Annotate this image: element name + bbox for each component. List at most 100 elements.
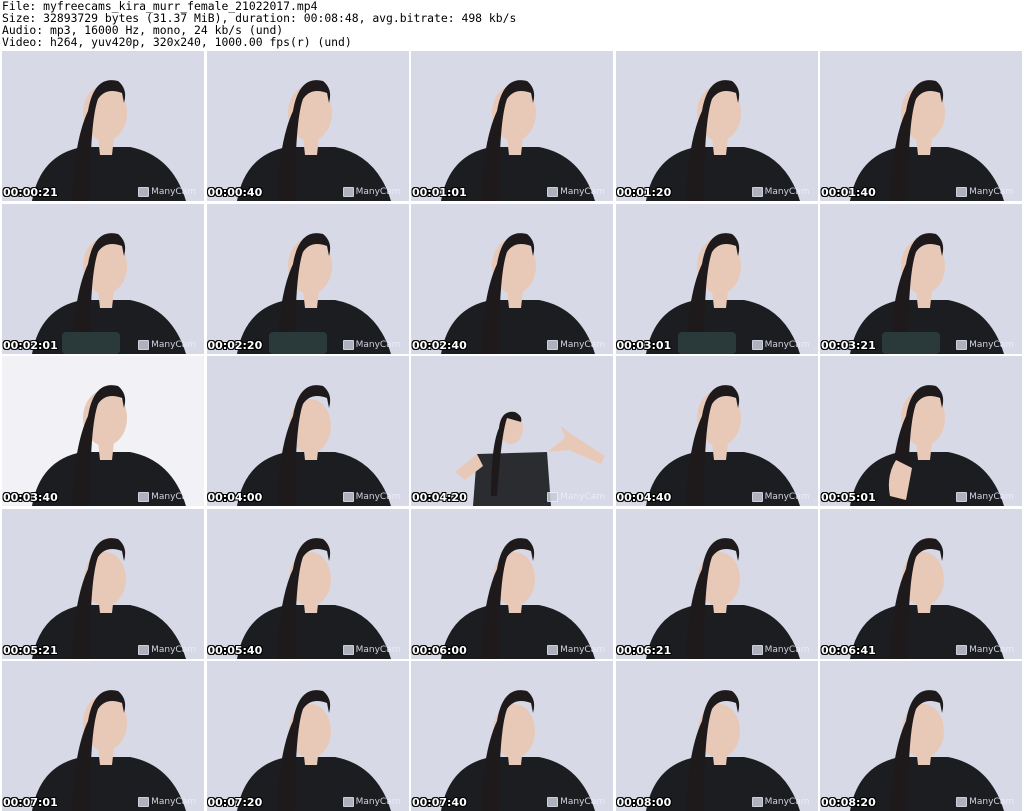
webcam-frame	[2, 508, 204, 659]
webcam-frame	[820, 508, 1022, 659]
video-thumbnail: ManyCam 00:06:00	[411, 508, 613, 659]
webcam-frame	[2, 203, 204, 354]
camera-icon	[547, 187, 559, 197]
manycam-watermark: ManyCam	[342, 492, 401, 502]
webcam-frame	[615, 661, 818, 811]
webcam-frame	[411, 356, 613, 506]
watermark-text: ManyCam	[560, 187, 605, 197]
webcam-frame	[206, 203, 409, 354]
thumbnail-timestamp: 00:07:40	[412, 796, 467, 809]
thumbnail-timestamp: 00:06:21	[616, 643, 672, 657]
webcam-frame	[411, 661, 613, 811]
video-thumbnail: ManyCam 00:03:21	[820, 203, 1022, 354]
camera-icon	[956, 187, 968, 197]
thumbnail-timestamp: 00:04:20	[412, 491, 467, 504]
watermark-text: ManyCam	[969, 644, 1014, 655]
manycam-watermark: ManyCam	[956, 644, 1014, 655]
manycam-watermark: ManyCam	[547, 339, 605, 350]
thumbnail-timestamp: 00:05:01	[821, 491, 876, 504]
video-thumbnail: ManyCam 00:08:00	[615, 661, 818, 811]
thumbnail-timestamp: 00:03:21	[821, 338, 876, 352]
watermark-text: ManyCam	[560, 339, 605, 350]
thumbnail-timestamp: 00:03:01	[616, 338, 672, 352]
watermark-text: ManyCam	[355, 492, 401, 502]
camera-icon	[342, 492, 354, 502]
video-thumbnail: ManyCam 00:05:40	[206, 508, 409, 659]
video-thumbnail: ManyCam 00:01:40	[820, 51, 1022, 201]
thumbnail-grid: ManyCam 00:00:21 ManyCam 00:00:40 ManyCam 00:…	[2, 51, 1022, 811]
camera-icon	[138, 339, 150, 350]
video-thumbnail: ManyCam 00:04:00	[206, 356, 409, 506]
manycam-watermark: ManyCam	[956, 187, 1014, 197]
camera-icon	[956, 492, 968, 502]
webcam-frame	[411, 51, 613, 201]
video-thumbnail: ManyCam 00:03:01	[615, 203, 818, 354]
camera-icon	[547, 644, 559, 655]
camera-icon	[751, 492, 763, 502]
video-thumbnail: ManyCam 00:00:40	[206, 51, 409, 201]
thumbnail-timestamp: 00:01:01	[412, 186, 467, 199]
manycam-watermark: ManyCam	[956, 797, 1014, 807]
camera-icon	[138, 797, 150, 807]
thumbnail-timestamp: 00:00:21	[3, 186, 58, 199]
watermark-text: ManyCam	[355, 797, 401, 807]
video-thumbnail: ManyCam 00:01:01	[411, 51, 613, 201]
thumbnail-timestamp: 00:00:40	[207, 186, 263, 199]
watermark-text: ManyCam	[151, 187, 196, 197]
video-thumbnail: ManyCam 00:08:20	[820, 661, 1022, 811]
video-thumbnail: ManyCam 00:03:40	[2, 356, 204, 506]
camera-icon	[138, 492, 150, 502]
webcam-frame	[615, 51, 818, 201]
video-thumbnail: ManyCam 00:02:01	[2, 203, 204, 354]
thumbnail-timestamp: 00:05:40	[207, 643, 263, 657]
camera-icon	[342, 187, 354, 197]
thumbnail-timestamp: 00:06:00	[412, 643, 467, 657]
watermark-text: ManyCam	[355, 339, 401, 350]
watermark-text: ManyCam	[560, 492, 605, 502]
video-thumbnail: ManyCam 00:07:20	[206, 661, 409, 811]
watermark-text: ManyCam	[969, 492, 1014, 502]
webcam-frame	[615, 356, 818, 506]
watermark-text: ManyCam	[151, 339, 196, 350]
thumbnail-timestamp: 00:06:41	[821, 643, 876, 657]
watermark-text: ManyCam	[560, 797, 605, 807]
camera-icon	[547, 797, 559, 807]
thumbnail-timestamp: 00:03:40	[3, 491, 58, 504]
manycam-watermark: ManyCam	[956, 492, 1014, 502]
watermark-text: ManyCam	[151, 644, 196, 655]
camera-icon	[547, 492, 559, 502]
camera-icon	[751, 187, 763, 197]
webcam-frame	[2, 356, 204, 506]
manycam-watermark: ManyCam	[751, 492, 810, 502]
camera-icon	[342, 797, 354, 807]
camera-icon	[956, 644, 968, 655]
manycam-watermark: ManyCam	[138, 644, 196, 655]
camera-icon	[138, 187, 150, 197]
video-thumbnail: ManyCam 00:07:40	[411, 661, 613, 811]
watermark-text: ManyCam	[764, 187, 810, 197]
manycam-watermark: ManyCam	[751, 644, 810, 655]
manycam-watermark: ManyCam	[138, 187, 196, 197]
watermark-text: ManyCam	[969, 339, 1014, 350]
watermark-text: ManyCam	[764, 339, 810, 350]
camera-icon	[751, 797, 763, 807]
webcam-frame	[411, 203, 613, 354]
watermark-text: ManyCam	[151, 492, 196, 502]
thumbnail-timestamp: 00:02:20	[207, 338, 263, 352]
video-thumbnail: ManyCam 00:05:01	[820, 356, 1022, 506]
manycam-watermark: ManyCam	[138, 492, 196, 502]
manycam-watermark: ManyCam	[547, 797, 605, 807]
video-info-line: Video: h264, yuv420p, 320x240, 1000.00 f…	[2, 35, 352, 49]
video-thumbnail: ManyCam 00:06:41	[820, 508, 1022, 659]
manycam-watermark: ManyCam	[751, 187, 810, 197]
video-thumbnail: ManyCam 00:04:20	[411, 356, 613, 506]
webcam-frame	[820, 356, 1022, 506]
manycam-watermark: ManyCam	[956, 339, 1014, 350]
video-thumbnail: ManyCam 00:05:21	[2, 508, 204, 659]
webcam-frame	[2, 51, 204, 201]
webcam-frame	[411, 508, 613, 659]
watermark-text: ManyCam	[355, 187, 401, 197]
manycam-watermark: ManyCam	[547, 644, 605, 655]
watermark-text: ManyCam	[764, 797, 810, 807]
video-thumbnail: ManyCam 00:02:40	[411, 203, 613, 354]
